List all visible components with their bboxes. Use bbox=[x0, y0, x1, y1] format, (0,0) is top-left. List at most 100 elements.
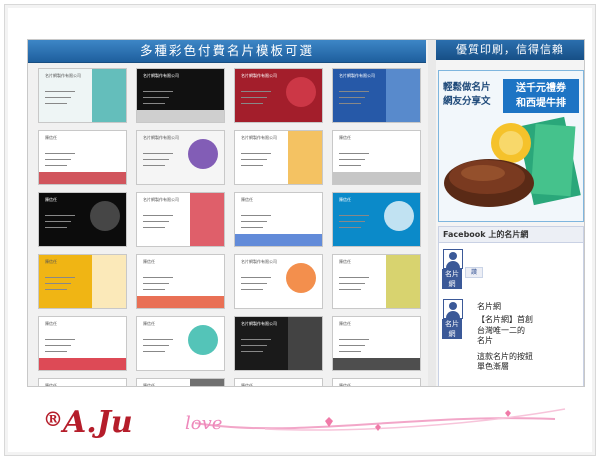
card-text-line bbox=[45, 159, 71, 161]
template-card[interactable]: 名片網製作有限公司 bbox=[136, 68, 225, 123]
card-accent-graphic bbox=[286, 263, 316, 293]
card-accent-graphic bbox=[188, 325, 218, 355]
template-card[interactable]: 陳信任 bbox=[38, 254, 127, 309]
template-card[interactable]: 陳信任 bbox=[332, 192, 421, 247]
card-text-line bbox=[45, 153, 75, 155]
template-card[interactable]: 名片網製作有限公司 bbox=[234, 130, 323, 185]
card-text-line bbox=[339, 103, 361, 105]
card-text-line bbox=[143, 289, 165, 291]
card-company-name: 名片網製作有限公司 bbox=[241, 135, 277, 140]
template-card[interactable]: 陳信任 bbox=[332, 254, 421, 309]
card-text-line bbox=[241, 221, 267, 223]
card-text-line bbox=[45, 283, 71, 285]
card-grid: 名片網製作有限公司 名片網製作有限公司 名片網製作有限公司 名片網製作有限公司 陳信任名… bbox=[38, 68, 428, 386]
card-text-line bbox=[45, 221, 71, 223]
card-text-line bbox=[143, 97, 169, 99]
card-company-name: 名片網製作有限公司 bbox=[45, 73, 81, 78]
card-company-name: 名片網製作有限公司 bbox=[241, 321, 277, 326]
template-card[interactable]: 名片網製作有限公司 bbox=[332, 68, 421, 123]
card-text-line bbox=[339, 97, 365, 99]
card-accent-graphic bbox=[286, 77, 316, 107]
post-line: 名片 bbox=[477, 336, 493, 345]
template-card[interactable]: 陳信任 bbox=[38, 130, 127, 185]
card-company-name: 陳信任 bbox=[339, 259, 351, 264]
card-accent-graphic bbox=[90, 201, 120, 231]
template-card[interactable]: 名片網製作有限公司 bbox=[136, 192, 225, 247]
page-avatar-label: 名片網 bbox=[442, 269, 462, 289]
post-author[interactable]: 名片網 bbox=[477, 301, 501, 312]
card-text-line bbox=[339, 165, 361, 167]
card-company-name: 陳信任 bbox=[241, 383, 253, 386]
card-text-line bbox=[45, 103, 67, 105]
template-card[interactable]: 陳信任 bbox=[332, 378, 421, 386]
template-card[interactable]: 陳信任 bbox=[234, 378, 323, 386]
template-card[interactable]: 陳信任 bbox=[38, 192, 127, 247]
card-text-line bbox=[45, 165, 67, 167]
template-card[interactable]: 陳信任 bbox=[38, 378, 127, 386]
card-company-name: 陳信任 bbox=[45, 321, 57, 326]
card-text-line bbox=[45, 339, 75, 341]
card-accent-graphic bbox=[190, 193, 224, 246]
card-text-line bbox=[241, 103, 263, 105]
card-accent-graphic bbox=[333, 172, 420, 184]
card-text-line bbox=[339, 277, 369, 279]
template-card[interactable]: 名片網製作有限公司 bbox=[38, 68, 127, 123]
card-text-line bbox=[241, 339, 271, 341]
card-company-name: 陳信任 bbox=[143, 383, 155, 386]
facebook-widget: Facebook 上的名片網 名片網 讚 名片網 名片網 【名片網】首創 台灣唯… bbox=[438, 226, 584, 386]
facebook-title: Facebook 上的名片網 bbox=[439, 227, 583, 243]
post-line: 這款名片的按鈕 bbox=[477, 351, 533, 361]
card-text-line bbox=[45, 277, 75, 279]
template-panel: 多種彩色付費名片模板可選 名片網製作有限公司 名片網製作有限公司 名片網製作有限公司… bbox=[28, 40, 428, 386]
love-text: love bbox=[185, 413, 223, 434]
card-text-line bbox=[143, 227, 165, 229]
card-accent-graphic bbox=[288, 317, 322, 370]
card-company-name: 陳信任 bbox=[45, 259, 57, 264]
template-card[interactable]: 陳信任 bbox=[332, 316, 421, 371]
card-text-line bbox=[241, 215, 271, 217]
card-company-name: 名片網製作有限公司 bbox=[241, 73, 277, 78]
screenshot-area: 多種彩色付費名片模板可選 名片網製作有限公司 名片網製作有限公司 名片網製作有限公司… bbox=[27, 39, 585, 387]
template-card[interactable]: 名片網製作有限公司 bbox=[136, 130, 225, 185]
card-text-line bbox=[339, 289, 361, 291]
card-company-name: 名片網製作有限公司 bbox=[143, 135, 179, 140]
post-line: 單色漸層 bbox=[477, 362, 509, 371]
template-card[interactable]: 陳信任 bbox=[38, 316, 127, 371]
card-text-line bbox=[339, 351, 361, 353]
card-text-line bbox=[241, 91, 271, 93]
card-text-line bbox=[143, 221, 169, 223]
card-accent-graphic bbox=[384, 201, 414, 231]
card-text-line bbox=[339, 153, 369, 155]
post-line: 【名片網】首創 bbox=[477, 315, 533, 324]
page-avatar-icon[interactable] bbox=[443, 249, 463, 269]
card-text-line bbox=[339, 339, 369, 341]
like-button[interactable]: 讚 bbox=[465, 267, 483, 278]
template-card[interactable]: 名片網製作有限公司 bbox=[234, 68, 323, 123]
ad-line2: 網友分享文 bbox=[443, 96, 491, 107]
card-text-line bbox=[143, 103, 165, 105]
card-accent-graphic bbox=[386, 69, 420, 122]
card-company-name: 陳信任 bbox=[339, 321, 351, 326]
post-avatar-icon[interactable] bbox=[443, 299, 463, 319]
template-card[interactable]: 陳信任 bbox=[332, 130, 421, 185]
card-accent-graphic bbox=[386, 255, 420, 308]
card-company-name: 陳信任 bbox=[45, 197, 57, 202]
card-company-name: 陳信任 bbox=[339, 135, 351, 140]
template-card[interactable]: 名片網製作有限公司 bbox=[234, 254, 323, 309]
sidebar-header: 優質印刷，信得信賴 bbox=[436, 40, 584, 60]
template-card[interactable]: 名片網製作有限公司 bbox=[234, 316, 323, 371]
card-company-name: 名片網製作有限公司 bbox=[339, 73, 375, 78]
card-accent-graphic bbox=[288, 131, 322, 184]
template-card[interactable]: 陳信任 bbox=[136, 316, 225, 371]
template-card[interactable]: 陳信任 bbox=[136, 378, 225, 386]
card-text-line bbox=[241, 345, 267, 347]
card-text-line bbox=[143, 165, 165, 167]
card-text-line bbox=[143, 215, 173, 217]
card-text-line bbox=[45, 289, 67, 291]
card-text-line bbox=[241, 289, 263, 291]
card-accent-graphic bbox=[190, 379, 224, 386]
promo-ad[interactable]: 輕鬆做名片 網友分享文 送千元禮券 和西堤牛排 bbox=[438, 70, 584, 222]
card-company-name: 名片網製作有限公司 bbox=[241, 259, 277, 264]
template-card[interactable]: 陳信任 bbox=[234, 192, 323, 247]
template-card[interactable]: 陳信任 bbox=[136, 254, 225, 309]
